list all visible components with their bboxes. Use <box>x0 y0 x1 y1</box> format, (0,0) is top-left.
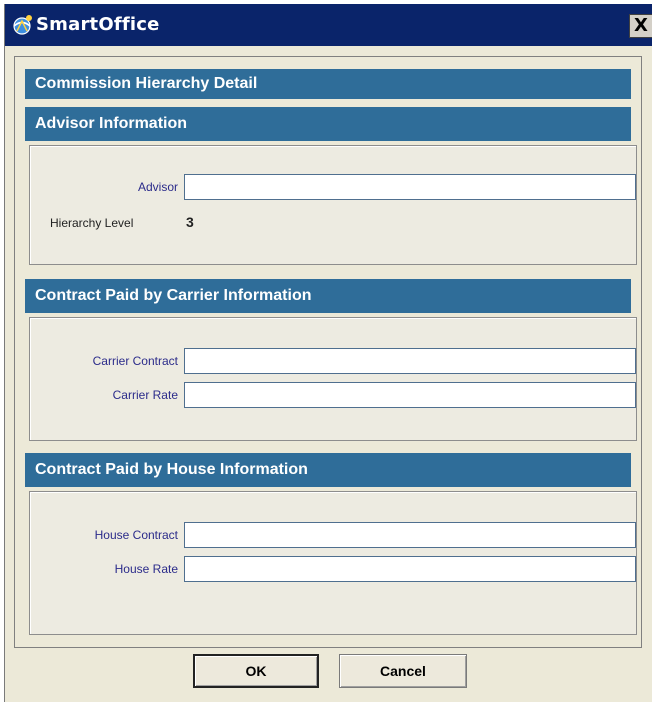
title-bar[interactable]: SmartOffice X <box>5 4 652 46</box>
hierarchy-level-label: Hierarchy Level <box>50 216 134 230</box>
form-container: Commission Hierarchy Detail Advisor Info… <box>14 56 642 648</box>
house-rate-label: House Rate <box>114 562 178 576</box>
cancel-button[interactable]: Cancel <box>339 654 467 688</box>
advisor-input[interactable] <box>184 174 636 200</box>
window-title: SmartOffice <box>36 14 160 35</box>
cancel-button-label: Cancel <box>380 663 426 679</box>
ok-button-label: OK <box>245 663 267 679</box>
house-panel: House Contract House Rate <box>29 491 637 635</box>
hierarchy-level-value: 3 <box>186 214 194 230</box>
close-icon: X <box>634 15 648 36</box>
house-section-title: Contract Paid by House Information <box>35 461 308 478</box>
house-contract-label: House Contract <box>94 528 178 542</box>
browser-app-icon <box>13 15 32 35</box>
carrier-rate-input[interactable] <box>184 382 636 408</box>
main-section-header: Commission Hierarchy Detail <box>25 69 631 99</box>
main-section-title: Commission Hierarchy Detail <box>35 75 258 92</box>
close-button[interactable]: X <box>629 14 652 38</box>
house-rate-input[interactable] <box>184 556 636 582</box>
house-section-header: Contract Paid by House Information <box>25 453 631 487</box>
carrier-contract-input[interactable] <box>184 348 636 374</box>
dialog-window: SmartOffice X Commission Hierarchy Detai… <box>4 4 652 702</box>
ok-button[interactable]: OK <box>193 654 319 688</box>
carrier-contract-label: Carrier Contract <box>92 354 178 368</box>
advisor-label: Advisor <box>137 180 178 194</box>
carrier-section-title: Contract Paid by Carrier Information <box>35 287 312 304</box>
carrier-rate-label: Carrier Rate <box>112 388 178 402</box>
carrier-panel: Carrier Contract Carrier Rate <box>29 317 637 441</box>
house-contract-input[interactable] <box>184 522 636 548</box>
advisor-section-title: Advisor Information <box>35 115 188 132</box>
carrier-section-header: Contract Paid by Carrier Information <box>25 279 631 313</box>
advisor-section-header: Advisor Information <box>25 107 631 141</box>
advisor-panel: Advisor Hierarchy Level 3 <box>29 145 637 265</box>
